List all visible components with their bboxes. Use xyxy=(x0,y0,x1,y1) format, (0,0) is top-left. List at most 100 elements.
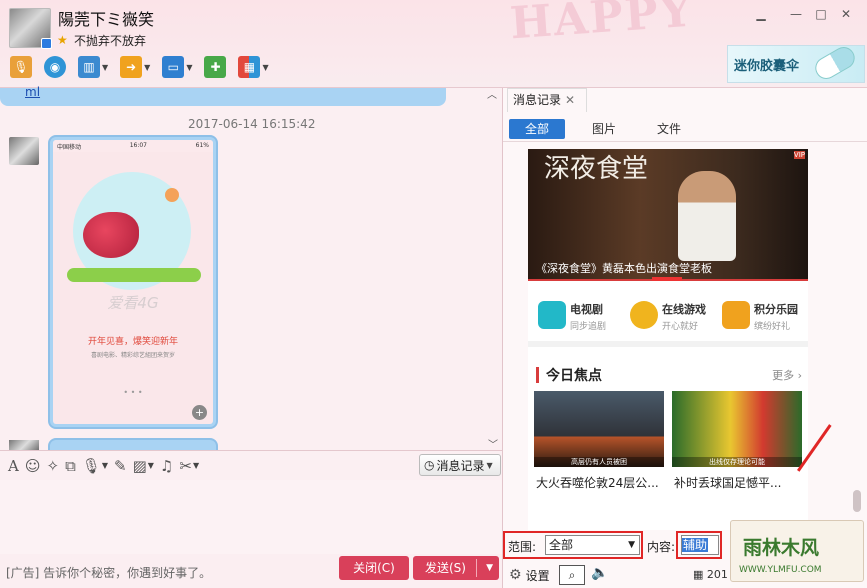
minimize-icon[interactable]: ▁ xyxy=(752,6,770,22)
message-history-button[interactable]: ◷ 消息记录 ▼ xyxy=(419,454,501,476)
news-overlay: 出线仅存理论可能 xyxy=(672,457,802,467)
edit-icon[interactable]: ✎ xyxy=(114,457,127,475)
send-options-chevron-icon[interactable]: ▼ xyxy=(486,556,493,580)
range-label: 范围: xyxy=(508,540,537,554)
history-tab-label: 消息记录 xyxy=(513,93,562,107)
banner-caption: 《深夜食堂》黄磊本色出演食堂老板 xyxy=(536,262,712,275)
app-subtitle: 缤纷好礼 xyxy=(754,322,791,332)
voice-call-button[interactable]: 🎙 xyxy=(6,53,36,81)
remote-desktop-button[interactable]: ▭ ▼ xyxy=(158,53,196,81)
banner-calligraphy: 深夜食堂 xyxy=(544,154,649,184)
chevron-down-icon[interactable]: ▼ xyxy=(262,63,268,72)
emoji-icon[interactable]: ☺ xyxy=(25,457,41,475)
date-picker[interactable]: ▦ 201 xyxy=(693,568,728,581)
vip-badge: VIP xyxy=(793,151,805,159)
tv-icon xyxy=(538,301,566,329)
bird-illustration xyxy=(83,212,139,258)
sender-avatar[interactable] xyxy=(9,137,39,165)
news-caption[interactable]: 补时丢球国足憾平... xyxy=(674,474,781,491)
chevron-down-icon[interactable]: ▼ xyxy=(144,63,150,72)
star-icon: ★ xyxy=(57,33,68,47)
voice-message-icon[interactable]: 🎙 ▼ xyxy=(82,457,108,475)
app-online-games[interactable]: 在线游戏 开心就好 xyxy=(624,297,716,341)
content-search-value: 辅助 xyxy=(682,538,709,552)
range-select[interactable]: 全部 ▼ xyxy=(545,535,640,555)
history-scrollbar[interactable] xyxy=(853,490,861,512)
umbrella-capsule-icon xyxy=(811,42,859,84)
contact-avatar[interactable] xyxy=(9,8,52,49)
phone-time: 16:07 xyxy=(129,142,147,149)
previous-message-link[interactable]: ml xyxy=(25,85,40,99)
filter-tab-all[interactable]: 全部 xyxy=(509,119,565,139)
promo-title: 开年见喜，爆笑迎新年 xyxy=(87,337,178,347)
screen-shake-icon[interactable]: ⧉ xyxy=(65,457,76,475)
file-transfer-button[interactable]: ➜ ▼ xyxy=(116,53,154,81)
promo-banner[interactable]: 深夜食堂 VIP 《深夜食堂》黄磊本色出演食堂老板 xyxy=(528,149,808,281)
online-status-icon xyxy=(41,38,52,49)
news-overlay: 高层仍有人员被困 xyxy=(534,457,664,467)
chevron-down-icon[interactable]: ▼ xyxy=(186,63,192,72)
collapse-up-icon[interactable]: ︿ xyxy=(487,86,497,101)
filter-tab-files[interactable]: 文件 xyxy=(641,119,697,139)
video-call-button[interactable]: ◉ xyxy=(40,53,70,81)
maximize-button[interactable]: □ xyxy=(812,6,830,22)
sun-icon xyxy=(165,188,179,202)
zoom-in-icon[interactable]: + xyxy=(192,405,207,420)
add-app-button[interactable]: ✚ xyxy=(200,53,230,81)
focus-more-link[interactable]: 更多 › xyxy=(772,367,802,383)
range-select-value: 全部 xyxy=(549,538,574,552)
app-subtitle: 同步追剧 xyxy=(570,322,607,332)
chat-toolbar: 🎙 ◉ ▥ ▼ ➜ ▼ ▭ ▼ ✚ ▦ ▼ xyxy=(6,52,273,82)
phone-screenshot-image[interactable]: 中国移动 16:07 61% 爱看4G 开年见喜，爆笑迎新年 喜剧电影、精彩综艺… xyxy=(53,140,213,424)
ad-banner[interactable]: 迷你胶囊伞 xyxy=(727,42,865,84)
collapse-down-icon[interactable]: ﹀ xyxy=(488,436,498,451)
magic-wand-icon[interactable]: ✧ xyxy=(46,457,59,475)
message-history-label: 消息记录 xyxy=(436,458,485,473)
message-input[interactable] xyxy=(0,480,502,554)
app-tv-series[interactable]: 电视剧 同步追剧 xyxy=(532,297,624,341)
send-divider xyxy=(476,559,477,577)
image-message-bubble[interactable] xyxy=(48,438,218,450)
app-tagline: 爱看4G xyxy=(107,294,159,312)
search-button[interactable]: ⌕ xyxy=(559,565,585,585)
contact-name[interactable]: 陽莞下ミ嶶笑 xyxy=(58,6,154,30)
news-image-fire[interactable]: 高层仍有人员被困 xyxy=(534,391,664,467)
chevron-down-icon[interactable]: ▼ xyxy=(102,63,108,72)
camera-icon: ◉ xyxy=(44,56,66,78)
history-tab[interactable]: 消息记录 ✕ xyxy=(507,88,587,112)
send-button[interactable]: 发送(S) ▼ xyxy=(413,556,499,580)
target-icon xyxy=(630,301,658,329)
focus-header: 今日焦点 更多 › xyxy=(528,359,808,389)
music-icon[interactable]: ♫ xyxy=(160,457,173,475)
news-caption[interactable]: 大火吞噬伦敦24层公... xyxy=(536,474,659,491)
settings-label[interactable]: 设置 xyxy=(526,567,550,584)
app-points-park[interactable]: 积分乐园 缤纷好礼 xyxy=(716,297,808,341)
close-tab-icon[interactable]: ✕ xyxy=(565,93,575,107)
search-icon: ⌕ xyxy=(568,568,576,582)
apps-grid-icon: ▦ xyxy=(238,56,261,78)
image-icon[interactable]: ▨ ▼ xyxy=(133,457,154,475)
message-timestamp: 2017-06-14 16:15:42 xyxy=(188,117,316,131)
scissors-icon[interactable]: ✂ ▼ xyxy=(179,457,199,475)
font-icon[interactable]: A xyxy=(8,457,19,475)
apps-grid-button[interactable]: ▦ ▼ xyxy=(234,53,272,81)
footer-ad-text[interactable]: [广告] 告诉你个秘密，你遇到好事了。 xyxy=(6,564,211,581)
battery-level: 61% xyxy=(195,142,209,149)
screen-share-icon: ▥ xyxy=(78,56,100,78)
history-content-ad[interactable]: 深夜食堂 VIP 《深夜食堂》黄磊本色出演食堂老板 电视剧 同步追剧 在线游戏 … xyxy=(528,149,808,530)
gear-icon[interactable]: ⚙ xyxy=(509,567,522,583)
image-message-bubble[interactable]: 中国移动 16:07 61% 爱看4G 开年见喜，爆笑迎新年 喜剧电影、精彩综艺… xyxy=(48,135,218,429)
close-window-button[interactable]: ✕ xyxy=(837,6,855,22)
send-button-label: 发送(S) xyxy=(425,561,466,575)
speaker-icon[interactable]: 🔈 xyxy=(591,565,608,581)
filter-tab-images[interactable]: 图片 xyxy=(576,119,632,139)
screen-share-button[interactable]: ▥ ▼ xyxy=(74,53,112,81)
app-shortcuts: 电视剧 同步追剧 在线游戏 开心就好 积分乐园 缤纷好礼 xyxy=(528,287,808,347)
news-image-football[interactable]: 出线仅存理论可能 xyxy=(672,391,802,467)
content-search-input[interactable]: 辅助 xyxy=(681,535,719,555)
content-label: 内容: xyxy=(647,540,676,554)
app-title: 在线游戏 xyxy=(662,303,706,316)
close-button[interactable]: 关闭(C) xyxy=(339,556,409,580)
previous-message-bubble xyxy=(0,88,446,106)
minimize-button[interactable]: — xyxy=(787,6,805,22)
